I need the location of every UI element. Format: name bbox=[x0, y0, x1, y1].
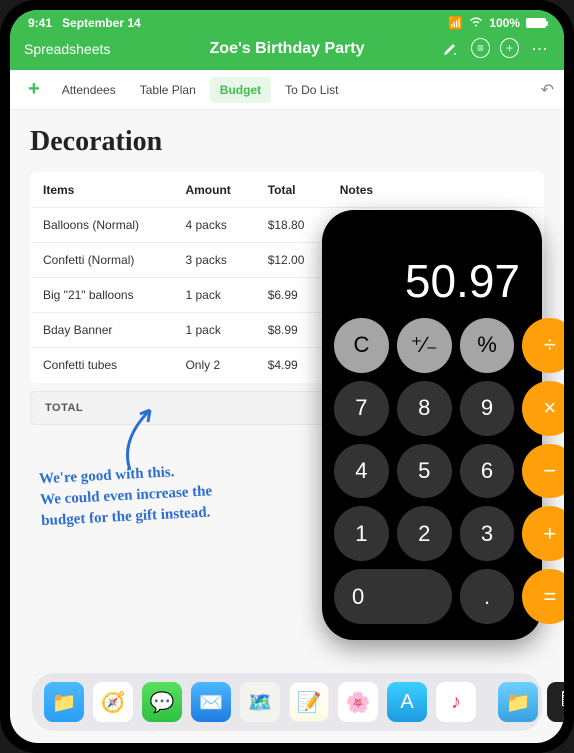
dock-app-maps[interactable]: 🗺️ bbox=[240, 682, 280, 722]
cell-item[interactable]: Balloons (Normal) bbox=[31, 208, 174, 243]
tab-to-do-list[interactable]: To Do List bbox=[275, 77, 348, 103]
calc-key-2[interactable]: 2 bbox=[397, 506, 452, 561]
col-amount: Amount bbox=[173, 173, 255, 208]
add-tab-button[interactable]: + bbox=[20, 74, 48, 105]
tab-table-plan[interactable]: Table Plan bbox=[130, 77, 206, 103]
tab-attendees[interactable]: Attendees bbox=[52, 77, 126, 103]
nav-bar: Spreadsheets Zoe's Birthday Party ≡ + ⋯ bbox=[10, 32, 564, 70]
calc-key-6[interactable]: 6 bbox=[460, 444, 515, 499]
calc-key-%[interactable]: % bbox=[460, 318, 515, 373]
calc-key-8[interactable]: 8 bbox=[397, 381, 452, 436]
cell-total[interactable]: $4.99 bbox=[256, 348, 328, 383]
dock: 📁🧭💬✉️🗺️📝🌸A♪ 📁🖩 bbox=[32, 673, 542, 731]
screen: 9:41 September 14 📶 100% Spreadsheets Zo… bbox=[10, 10, 564, 743]
col-total: Total bbox=[256, 173, 328, 208]
tab-bar: + AttendeesTable PlanBudgetTo Do List ↶ bbox=[10, 70, 564, 110]
calc-key-÷[interactable]: ÷ bbox=[522, 318, 564, 373]
cell-item[interactable]: Bday Banner bbox=[31, 313, 174, 348]
calc-key-C[interactable]: C bbox=[334, 318, 389, 373]
cell-total[interactable]: $12.00 bbox=[256, 243, 328, 278]
battery-percent: 100% bbox=[489, 16, 520, 30]
battery-icon bbox=[526, 18, 546, 28]
cell-item[interactable]: Confetti tubes bbox=[31, 348, 174, 383]
signal-icon: 📶 bbox=[448, 16, 463, 30]
ipad-frame: 9:41 September 14 📶 100% Spreadsheets Zo… bbox=[0, 0, 574, 753]
more-icon[interactable]: ⋯ bbox=[529, 38, 550, 60]
dock-app-calcapp[interactable]: 🖩 bbox=[547, 682, 564, 722]
cell-amount[interactable]: 3 packs bbox=[173, 243, 255, 278]
calc-key-0[interactable]: 0 bbox=[334, 569, 452, 624]
calc-key-1[interactable]: 1 bbox=[334, 506, 389, 561]
status-time: 9:41 bbox=[28, 16, 52, 30]
calc-key-=[interactable]: = bbox=[522, 569, 564, 624]
calculator-window[interactable]: 50.97 C⁺∕₋%÷789×456−123+0.= bbox=[322, 210, 542, 640]
calc-key-5[interactable]: 5 bbox=[397, 444, 452, 499]
wifi-icon bbox=[469, 16, 483, 30]
dock-app-notes[interactable]: 📝 bbox=[289, 682, 329, 722]
calc-key-3[interactable]: 3 bbox=[460, 506, 515, 561]
dock-app-safari[interactable]: 🧭 bbox=[93, 682, 133, 722]
cell-total[interactable]: $6.99 bbox=[256, 278, 328, 313]
cell-total[interactable]: $18.80 bbox=[256, 208, 328, 243]
cell-amount[interactable]: 1 pack bbox=[173, 278, 255, 313]
calculator-display: 50.97 bbox=[334, 224, 530, 318]
page-title: Zoe's Birthday Party bbox=[134, 40, 440, 58]
back-button[interactable]: Spreadsheets bbox=[24, 41, 134, 57]
cell-total[interactable]: $8.99 bbox=[256, 313, 328, 348]
calc-key-.[interactable]: . bbox=[460, 569, 515, 624]
section-heading: Decoration bbox=[30, 126, 544, 158]
dock-app-files[interactable]: 📁 bbox=[44, 682, 84, 722]
dock-app-folder[interactable]: 📁 bbox=[498, 682, 538, 722]
cell-amount[interactable]: 1 pack bbox=[173, 313, 255, 348]
calc-key-9[interactable]: 9 bbox=[460, 381, 515, 436]
dock-app-music[interactable]: ♪ bbox=[436, 682, 476, 722]
undo-button[interactable]: ↶ bbox=[541, 80, 554, 100]
cell-item[interactable]: Big "21" balloons bbox=[31, 278, 174, 313]
cell-amount[interactable]: 4 packs bbox=[173, 208, 255, 243]
edit-icon[interactable] bbox=[440, 38, 461, 60]
col-notes: Notes bbox=[328, 173, 544, 208]
menu-icon[interactable]: ≡ bbox=[471, 38, 490, 58]
status-date: September 14 bbox=[62, 16, 141, 30]
calc-key-4[interactable]: 4 bbox=[334, 444, 389, 499]
calc-key-+[interactable]: + bbox=[522, 506, 564, 561]
dock-app-mail[interactable]: ✉️ bbox=[191, 682, 231, 722]
cell-amount[interactable]: Only 2 bbox=[173, 348, 255, 383]
calc-key-7[interactable]: 7 bbox=[334, 381, 389, 436]
dock-app-appstore[interactable]: A bbox=[387, 682, 427, 722]
calc-key-×[interactable]: × bbox=[522, 381, 564, 436]
calc-key-⁺∕₋[interactable]: ⁺∕₋ bbox=[397, 318, 452, 373]
handwritten-note: We're good with this. We could even incr… bbox=[39, 457, 282, 532]
col-items: Items bbox=[31, 173, 174, 208]
dock-app-photos[interactable]: 🌸 bbox=[338, 682, 378, 722]
dock-app-msg[interactable]: 💬 bbox=[142, 682, 182, 722]
status-bar: 9:41 September 14 📶 100% bbox=[10, 10, 564, 32]
tab-budget[interactable]: Budget bbox=[210, 77, 271, 103]
calc-key-−[interactable]: − bbox=[522, 444, 564, 499]
cell-item[interactable]: Confetti (Normal) bbox=[31, 243, 174, 278]
add-icon[interactable]: + bbox=[500, 38, 519, 58]
